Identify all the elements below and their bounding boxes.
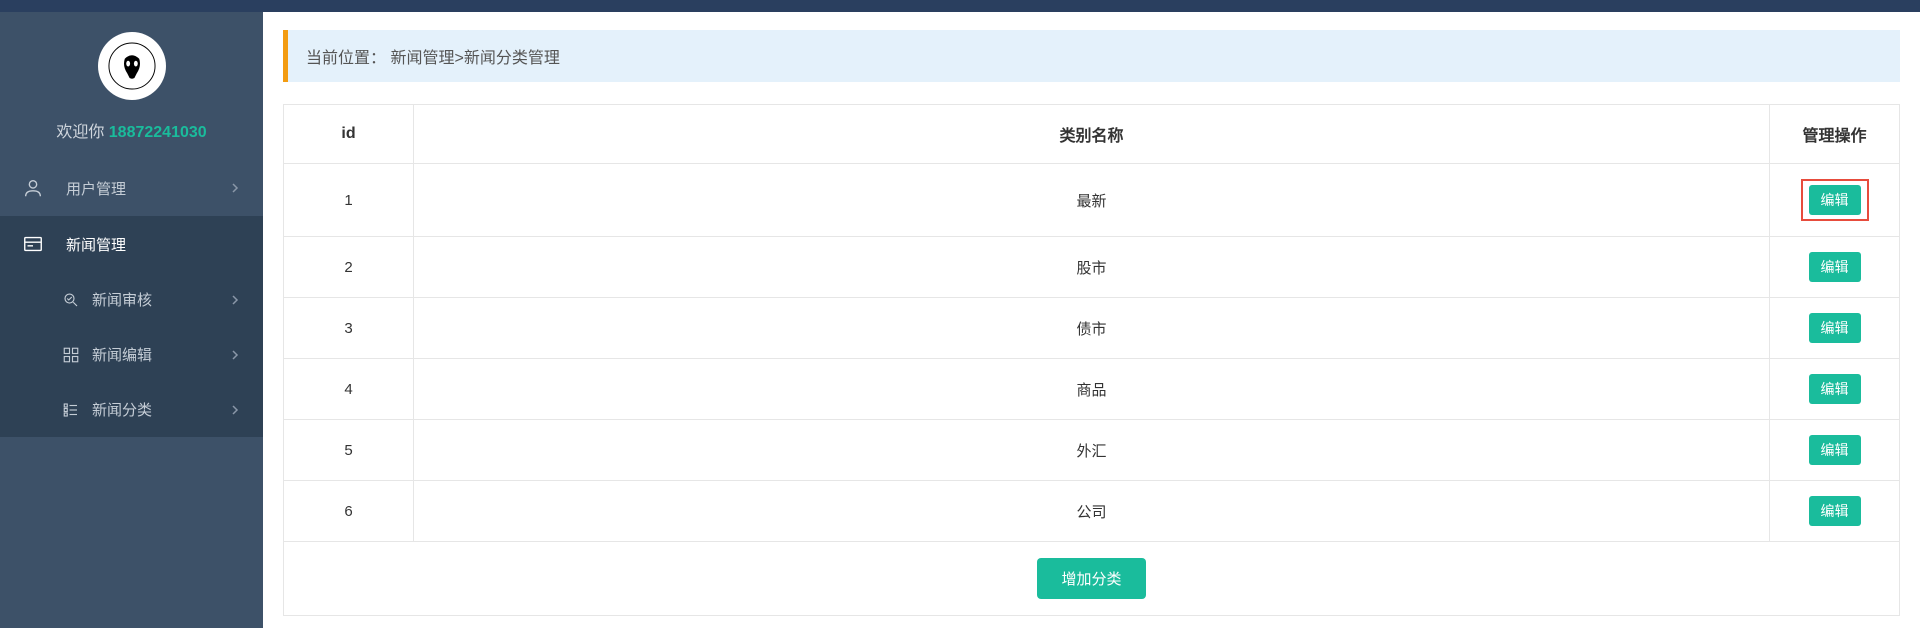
cell-id: 3 xyxy=(284,298,414,359)
news-icon xyxy=(22,233,44,255)
welcome-prefix: 欢迎你 xyxy=(56,124,108,141)
table-footer-row: 增加分类 xyxy=(284,542,1900,616)
sidebar: 欢迎你 18872241030 用户管理 xyxy=(0,12,263,628)
submenu-news: 新闻审核 新闻编辑 xyxy=(0,272,263,437)
sidebar-item-label: 新闻编辑 xyxy=(92,344,152,365)
welcome-text: 欢迎你 18872241030 xyxy=(56,118,206,142)
edit-button[interactable]: 编辑 xyxy=(1809,313,1861,343)
cell-add: 增加分类 xyxy=(284,542,1900,616)
user-icon xyxy=(22,177,44,199)
cell-id: 1 xyxy=(284,164,414,237)
breadcrumb: 当前位置： 新闻管理>新闻分类管理 xyxy=(283,30,1900,82)
table-row: 4 商品 编辑 xyxy=(284,359,1900,420)
cell-name: 商品 xyxy=(414,359,1770,420)
cell-action: 编辑 xyxy=(1770,481,1900,542)
cell-id: 4 xyxy=(284,359,414,420)
main-content: 当前位置： 新闻管理>新闻分类管理 id 类别名称 管理操作 1 最新 编辑 xyxy=(263,12,1920,628)
sidebar-subitem-news-category[interactable]: 新闻分类 xyxy=(0,382,263,437)
table-row: 2 股市 编辑 xyxy=(284,237,1900,298)
th-name: 类别名称 xyxy=(414,105,1770,164)
table-row: 3 债市 编辑 xyxy=(284,298,1900,359)
cell-name: 外汇 xyxy=(414,420,1770,481)
sidebar-item-label: 新闻分类 xyxy=(92,399,152,420)
cell-name: 公司 xyxy=(414,481,1770,542)
sidebar-item-label: 新闻管理 xyxy=(66,234,126,255)
add-category-button[interactable]: 增加分类 xyxy=(1037,558,1145,599)
category-table: id 类别名称 管理操作 1 最新 编辑 2 股市 xyxy=(283,104,1900,616)
chevron-right-icon xyxy=(229,404,241,416)
cell-id: 5 xyxy=(284,420,414,481)
cell-id: 6 xyxy=(284,481,414,542)
cell-name: 股市 xyxy=(414,237,1770,298)
sidebar-subitem-news-edit[interactable]: 新闻编辑 xyxy=(0,327,263,382)
chevron-right-icon xyxy=(229,349,241,361)
breadcrumb-prefix: 当前位置： xyxy=(306,50,386,67)
avatar xyxy=(98,32,166,100)
table-header-row: id 类别名称 管理操作 xyxy=(284,105,1900,164)
sidebar-subitem-news-review[interactable]: 新闻审核 xyxy=(0,272,263,327)
cell-action: 编辑 xyxy=(1770,164,1900,237)
edit-button[interactable]: 编辑 xyxy=(1809,374,1861,404)
sidebar-item-label: 用户管理 xyxy=(66,178,126,199)
edit-button[interactable]: 编辑 xyxy=(1809,185,1861,215)
avatar-section: 欢迎你 18872241030 xyxy=(0,12,263,160)
magnify-check-icon xyxy=(62,291,80,309)
cell-id: 2 xyxy=(284,237,414,298)
highlight-box: 编辑 xyxy=(1801,179,1869,221)
chevron-right-icon xyxy=(229,182,241,194)
breadcrumb-path: 新闻管理>新闻分类管理 xyxy=(390,50,559,67)
cell-action: 编辑 xyxy=(1770,298,1900,359)
chevron-right-icon xyxy=(229,294,241,306)
th-id: id xyxy=(284,105,414,164)
cell-name: 最新 xyxy=(414,164,1770,237)
sidebar-item-news-mgmt[interactable]: 新闻管理 xyxy=(0,216,263,272)
list-icon xyxy=(62,401,80,419)
edit-button[interactable]: 编辑 xyxy=(1809,252,1861,282)
th-action: 管理操作 xyxy=(1770,105,1900,164)
cell-action: 编辑 xyxy=(1770,359,1900,420)
avatar-image xyxy=(108,42,156,90)
table-row: 1 最新 编辑 xyxy=(284,164,1900,237)
username: 18872241030 xyxy=(109,124,207,141)
edit-button[interactable]: 编辑 xyxy=(1809,435,1861,465)
table-row: 5 外汇 编辑 xyxy=(284,420,1900,481)
grid-icon xyxy=(62,346,80,364)
edit-button[interactable]: 编辑 xyxy=(1809,496,1861,526)
sidebar-item-label: 新闻审核 xyxy=(92,289,152,310)
cell-action: 编辑 xyxy=(1770,420,1900,481)
top-bar xyxy=(0,0,1920,12)
table-row: 6 公司 编辑 xyxy=(284,481,1900,542)
sidebar-item-user-mgmt[interactable]: 用户管理 xyxy=(0,160,263,216)
cell-name: 债市 xyxy=(414,298,1770,359)
cell-action: 编辑 xyxy=(1770,237,1900,298)
